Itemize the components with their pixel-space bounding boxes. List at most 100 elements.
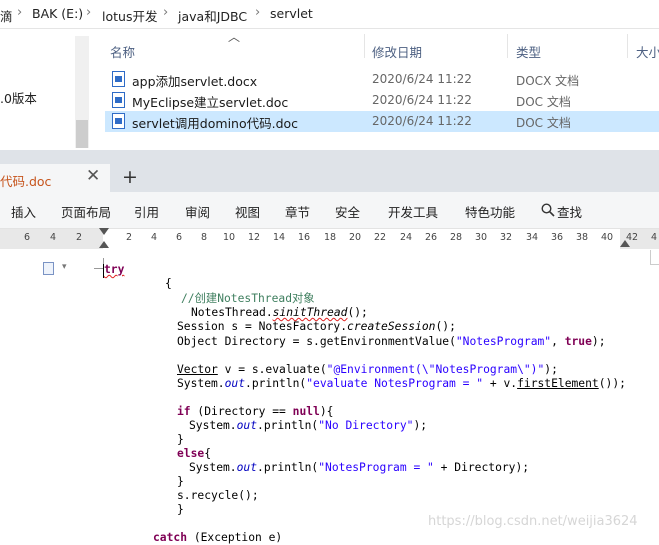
word-doc-icon	[112, 92, 125, 108]
code-line: NotesThread.sinitThread();	[191, 306, 368, 319]
code-line: Session s = NotesFactory.createSession()…	[177, 320, 456, 333]
ruler-tick: 18	[324, 232, 337, 243]
ruler-tick: 6	[24, 232, 31, 243]
file-name: servlet调用domino代码.doc	[132, 116, 299, 131]
code-line: }	[177, 475, 184, 488]
file-type: DOC 文档	[516, 95, 571, 109]
ruler-tick: 4	[651, 232, 658, 243]
menu-find[interactable]: 查找	[557, 202, 582, 221]
ruler-tick: 2	[126, 232, 133, 243]
ruler-tick: 2	[76, 232, 83, 243]
file-date: 2020/6/24 11:22	[372, 93, 472, 107]
file-type: DOCX 文档	[516, 74, 580, 88]
column-divider[interactable]	[507, 34, 508, 58]
nav-scrollbar-thumb[interactable]	[76, 120, 88, 148]
menu-special-features[interactable]: 特色功能	[465, 202, 515, 221]
ribbon-menu: 插入 页面布局 引用 审阅 视图 章节 安全 开发工具 特色功能 查找	[0, 192, 659, 229]
code-line: try	[104, 263, 125, 276]
code-line: //创建NotesThread对象	[181, 292, 315, 305]
search-icon[interactable]	[541, 202, 555, 217]
close-icon[interactable]: ✕	[86, 166, 100, 186]
file-explorer: 滴 › BAK (E:) › lotus开发 › java和JDBC › ser…	[0, 0, 659, 148]
breadcrumb-item[interactable]: lotus开发	[102, 6, 157, 25]
ruler-tick: 8	[201, 232, 208, 243]
column-header-type[interactable]: 类型	[516, 42, 541, 61]
file-row[interactable]: MyEclipse建立servlet.doc 2020/6/24 11:22 D…	[105, 90, 659, 111]
code-line: }	[177, 503, 184, 516]
menu-security[interactable]: 安全	[335, 202, 360, 221]
breadcrumb-item[interactable]: BAK (E:)	[32, 6, 83, 21]
ruler-tick: 16	[298, 232, 311, 243]
code-line: {	[165, 277, 172, 290]
ruler-tick: 20	[349, 232, 362, 243]
document-nav-icon[interactable]	[43, 262, 54, 275]
column-divider[interactable]	[364, 34, 365, 58]
menu-page-layout[interactable]: 页面布局	[61, 202, 111, 221]
ruler-tick: 12	[248, 232, 261, 243]
column-divider[interactable]	[627, 34, 628, 58]
ruler-tick: 26	[425, 232, 438, 243]
ruler-tick: 14	[273, 232, 286, 243]
code-line: System.out.println("evaluate NotesProgra…	[177, 377, 626, 390]
menu-developer-tools[interactable]: 开发工具	[388, 202, 438, 221]
ruler-tick: 38	[576, 232, 589, 243]
file-name: MyEclipse建立servlet.doc	[132, 95, 289, 110]
document-tab-label: 代码.doc	[0, 174, 52, 189]
code-line: s.recycle();	[177, 489, 259, 502]
file-type: DOC 文档	[516, 116, 571, 130]
ruler-tick: 24	[400, 232, 413, 243]
document-tab[interactable]: 代码.doc ✕	[0, 164, 110, 192]
breadcrumb: 滴 › BAK (E:) › lotus开发 › java和JDBC › ser…	[0, 0, 659, 29]
file-row[interactable]: app添加servlet.docx 2020/6/24 11:22 DOCX 文…	[105, 69, 659, 90]
chevron-right-icon: ›	[255, 5, 261, 20]
breadcrumb-item[interactable]: servlet	[270, 6, 313, 21]
word-doc-icon	[112, 113, 125, 129]
chevron-right-icon: ›	[86, 5, 92, 20]
sort-ascending-icon: ︿	[228, 30, 241, 44]
file-name: app添加servlet.docx	[132, 74, 258, 89]
ruler-tick: 28	[450, 232, 463, 243]
code-line: }	[177, 433, 184, 446]
code-line: else{	[177, 447, 212, 460]
code-line: Object Directory = s.getEnvironmentValue…	[177, 335, 606, 348]
breadcrumb-item[interactable]: java和JDBC	[178, 6, 247, 25]
file-date: 2020/6/24 11:22	[372, 114, 472, 128]
code-line: if (Directory == null){	[177, 405, 334, 418]
watermark-text: https://blog.csdn.net/weijia3624	[428, 514, 638, 529]
nav-item[interactable]: .0版本	[0, 88, 37, 107]
code-line: System.out.println("NotesProgram = " + D…	[189, 461, 530, 474]
column-header-name[interactable]: 名称	[110, 42, 135, 61]
ruler-tick: 10	[223, 232, 236, 243]
ruler-tick: 30	[475, 232, 488, 243]
code-line: Vector v = s.evaluate("@Environment(\"No…	[177, 363, 558, 376]
ruler-tick: 22	[374, 232, 387, 243]
menu-view[interactable]: 视图	[235, 202, 260, 221]
ruler-tick: 6	[176, 232, 183, 243]
menu-references[interactable]: 引用	[134, 202, 159, 221]
first-line-indent-marker[interactable]	[99, 228, 109, 235]
right-indent-marker[interactable]	[620, 240, 630, 247]
ruler-tick: 32	[500, 232, 513, 243]
menu-review[interactable]: 审阅	[185, 202, 210, 221]
menu-insert[interactable]: 插入	[11, 202, 36, 221]
left-indent-marker[interactable]	[99, 241, 109, 248]
dropdown-arrow-icon[interactable]: ▾	[62, 262, 67, 272]
chevron-right-icon: ›	[17, 5, 23, 20]
ruler-tick: 40	[601, 232, 614, 243]
file-date: 2020/6/24 11:22	[372, 72, 472, 86]
file-row-selected[interactable]: servlet调用domino代码.doc 2020/6/24 11:22 DO…	[105, 111, 659, 132]
ruler-tick: 4	[151, 232, 158, 243]
chevron-right-icon: ›	[163, 5, 169, 20]
word-doc-icon	[112, 71, 125, 87]
column-header-date[interactable]: 修改日期	[372, 42, 422, 61]
ruler-tick: 4	[50, 232, 57, 243]
ruler-tick: 34	[526, 232, 539, 243]
new-tab-button[interactable]: +	[122, 166, 138, 188]
breadcrumb-item[interactable]: 滴	[0, 6, 13, 25]
code-line: System.out.println("No Directory");	[189, 419, 428, 432]
column-header-size[interactable]: 大小	[636, 42, 659, 61]
page-edge	[650, 250, 659, 265]
document-page[interactable]	[0, 250, 659, 540]
menu-chapter[interactable]: 章节	[285, 202, 310, 221]
code-line: catch (Exception e)	[153, 531, 283, 544]
